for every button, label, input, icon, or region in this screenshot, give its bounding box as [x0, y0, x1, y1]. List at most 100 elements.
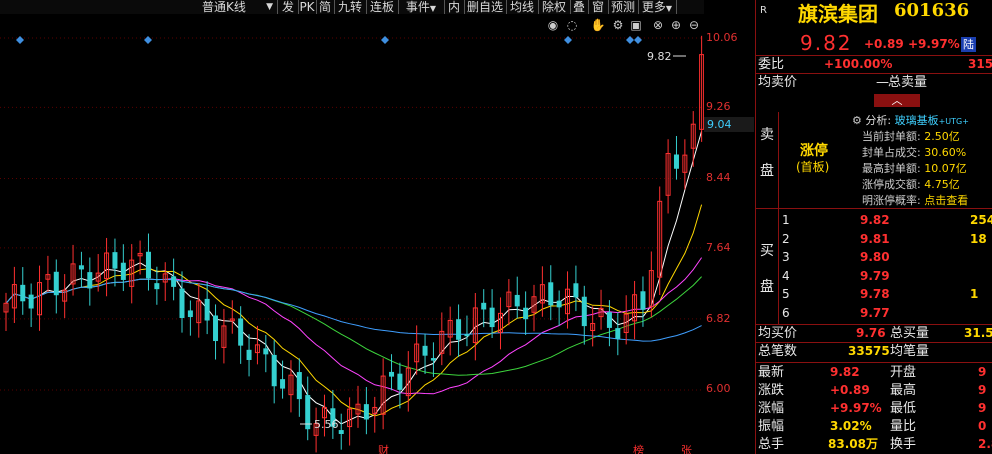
tb-jian-button[interactable]: 简 [316, 0, 335, 14]
ma-line [5, 276, 702, 376]
price-axis-current: 9.04 [704, 117, 754, 132]
stock-name: 旗滨集团 [798, 2, 878, 26]
tb-jiuzhuan-button[interactable]: 九转 [334, 0, 367, 14]
candle-body [581, 296, 587, 327]
stat-value: +9.97% [830, 401, 882, 415]
analysis-row: ⚙ 分析: 玻璃基板+UTG+ [852, 112, 969, 128]
candle-body [87, 272, 93, 289]
buy-price: 9.82 [860, 213, 890, 227]
analysis-tag: +UTG+ [938, 117, 969, 126]
candle-body [430, 358, 436, 361]
avg-sell-label: 均卖价 [758, 75, 798, 90]
total-sell-label: 总卖量 [888, 75, 928, 90]
bottom-marker-bang[interactable]: 榜 [633, 443, 644, 454]
candle-body [389, 371, 395, 377]
avg-buy-value: 9.76 [856, 326, 886, 340]
kline-chart[interactable]: 9.82 5.56 财 榜 张 [0, 14, 704, 454]
tb-nei-button[interactable]: 内 [444, 0, 465, 14]
chevron-down-icon: ▼ [266, 2, 273, 12]
candle-body [548, 282, 554, 306]
event-diamond-icon [634, 36, 642, 44]
limit-stat-value: 30.60% [924, 146, 967, 159]
stat-label: 涨跌 [758, 383, 785, 398]
candle-body [179, 288, 185, 318]
candle-body [171, 276, 177, 287]
view-probability-link[interactable]: 点击查看 [924, 194, 968, 207]
tb-forecast-button[interactable]: 预测 [608, 0, 639, 14]
candle-body [523, 307, 529, 320]
weibi-value: +100.00% [824, 57, 893, 71]
tb-window-button[interactable]: 窗 [588, 0, 609, 14]
kline-type-select[interactable]: 普通K线 ▼ [172, 0, 278, 14]
tb-delete-watch-button[interactable]: 删自选 [464, 0, 507, 14]
tb-fa-button[interactable]: 发 [278, 0, 299, 14]
tb-lianban-button[interactable]: 连板 [366, 0, 399, 14]
candle-body [456, 319, 462, 340]
kline-type-label: 普通K线 [202, 0, 246, 14]
stat-label: 量比 [890, 419, 917, 434]
bottom-marker-zhang[interactable]: 张 [681, 444, 692, 454]
tb-overlay-button[interactable]: 叠 [570, 0, 589, 14]
tb-more-button[interactable]: 更多▼ [638, 0, 677, 14]
bottom-marker-cai[interactable]: 财 [378, 443, 389, 454]
divider [756, 362, 992, 363]
tb-more-label: 更多 [641, 0, 666, 14]
limit-stat-label: 最高封单额: [862, 162, 921, 175]
stat-value: 83.08万 [828, 437, 878, 451]
buy-price: 9.77 [860, 305, 890, 320]
candle-body [481, 302, 487, 310]
limit-stat-row: 最高封单额: 10.07亿 [862, 160, 967, 176]
ma-line [5, 278, 702, 342]
candle-body [154, 283, 160, 290]
price-change: +0.89 [864, 37, 904, 51]
analysis-value-link[interactable]: 玻璃基板 [895, 114, 939, 127]
candle-body [53, 271, 59, 296]
tb-event-label: 事件 [405, 0, 430, 14]
buy-side-label: 买 [760, 243, 774, 259]
price-axis-label: 10.06 [706, 31, 738, 44]
event-markers [16, 36, 642, 44]
buy-level: 2 [782, 231, 790, 246]
tb-event-button[interactable]: 事件▼ [398, 0, 445, 14]
stat-label: 总手 [758, 437, 785, 452]
avg-volume-label: 均笔量 [890, 344, 930, 359]
limit-stat-label: 封单占成交: [862, 146, 921, 159]
buy-level: 6 [782, 305, 790, 320]
candle-body [238, 318, 244, 346]
chart-toolbar: 普通K线 ▼ 发 PK 简 九转 连板 事件▼ 内 删自选 均线 除权 叠 窗 … [0, 0, 704, 14]
buy-level: 5 [782, 287, 790, 301]
stat-value: 9 [978, 401, 987, 415]
chart-grid [0, 37, 704, 391]
chevron-up-icon: ︿ [891, 94, 903, 107]
total-count-value: 33575 [848, 344, 890, 358]
limit-stat-label: 明涨停概率: [862, 194, 921, 207]
candle-body [20, 284, 26, 302]
stat-label: 最新 [758, 365, 785, 380]
limit-up-sub: (首板) [796, 160, 830, 174]
chevron-down-icon: ▼ [429, 4, 437, 13]
tb-pk-button[interactable]: PK [298, 0, 317, 14]
quote-panel: R 旗滨集团 601636 9.82 +0.89 +9.97% 陆 委比 +10… [755, 0, 992, 454]
event-diamond-icon [16, 36, 24, 44]
buy-side-label: 盘 [760, 279, 774, 295]
price-axis-label: 6.00 [706, 382, 731, 395]
buy-level: 4 [782, 268, 790, 283]
buy-price: 9.80 [860, 250, 890, 264]
analysis-label: 分析: [865, 114, 892, 127]
chart-annotations: 9.82 5.56 财 榜 张 [300, 50, 692, 454]
limit-stat-row: 涨停成交额: 4.75亿 [862, 176, 960, 192]
stat-value: +0.89 [830, 383, 870, 397]
stat-label: 最低 [890, 401, 917, 416]
tb-ma-button[interactable]: 均线 [506, 0, 539, 14]
buy-volume: 1 [970, 287, 979, 301]
candle-body [204, 298, 210, 321]
ma-line [5, 204, 703, 417]
candle-body [280, 379, 286, 389]
collapse-button[interactable]: ︿ [874, 94, 920, 107]
limit-stat-label: 当前封单额: [862, 130, 921, 143]
candle-body [78, 265, 84, 270]
limit-stat-row: 封单占成交: 30.60% [862, 144, 966, 160]
stat-value: 9 [978, 383, 987, 397]
candle-body [489, 307, 495, 328]
tb-exright-button[interactable]: 除权 [538, 0, 571, 14]
